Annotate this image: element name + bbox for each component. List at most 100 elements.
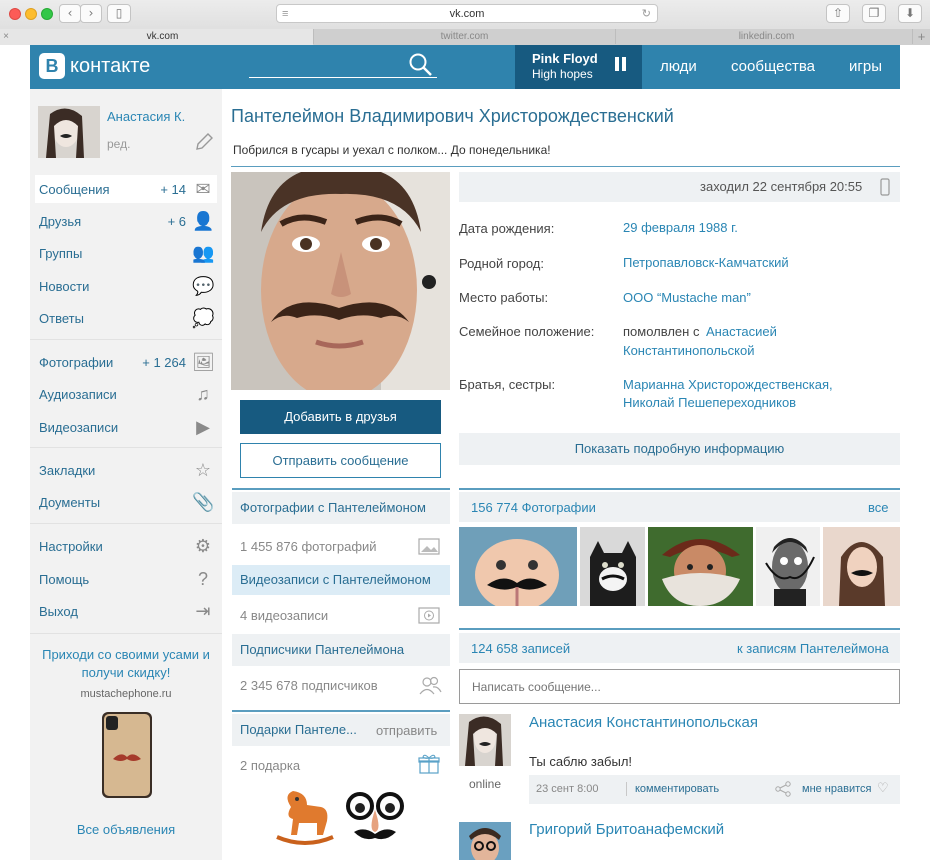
comment-link[interactable]: комментировать: [635, 783, 719, 795]
group-icon: 👥: [192, 243, 215, 263]
tab-vk[interactable]: vk.com: [12, 29, 313, 44]
tab-twitter[interactable]: twitter.com: [313, 29, 615, 44]
sidebar-item-photos[interactable]: Фотографии + 1 264 🖼: [30, 348, 222, 376]
wall-post-input[interactable]: [459, 669, 900, 704]
post-author-avatar[interactable]: [459, 714, 511, 766]
edit-profile-link[interactable]: ред.: [107, 137, 130, 151]
family-partner-second[interactable]: Константинопольской: [623, 343, 755, 358]
share-icon[interactable]: [774, 781, 792, 797]
work-label: Место работы:: [459, 290, 549, 305]
sidebar-toggle-button[interactable]: ▯: [107, 4, 131, 23]
ad-phone-case-image[interactable]: [101, 711, 153, 799]
work-value[interactable]: ООО “Mustache man”: [623, 290, 751, 305]
wall-to-posts-link[interactable]: к записям Пантелеймона: [737, 641, 889, 656]
profile-photo[interactable]: [231, 172, 450, 390]
tabs-button[interactable]: ❐: [862, 4, 886, 23]
gifts-send-link[interactable]: отправить: [376, 723, 437, 738]
sidebar-item-friends[interactable]: Друзья + 6 👤: [30, 207, 222, 235]
gear-icon: ⚙: [194, 536, 212, 556]
search-icon[interactable]: [408, 52, 434, 78]
user-name[interactable]: Анастасия К.: [107, 109, 185, 124]
photo-thumb-dali[interactable]: [756, 527, 820, 606]
nav-games[interactable]: игры: [849, 45, 882, 89]
sidebar-item-documents[interactable]: Доументы 📎: [30, 488, 222, 516]
group-icon: [419, 676, 442, 695]
photo-thumb-girl[interactable]: [823, 527, 900, 606]
sibling-1[interactable]: Марианна Христорождественская,: [623, 377, 833, 392]
videos-with-header[interactable]: Видеозаписи с Пантелеймоном: [232, 565, 450, 595]
subscribers-header[interactable]: Подписчики Пантелеймона: [232, 634, 450, 666]
sidebar-item-bookmarks[interactable]: Закладки ☆: [30, 456, 222, 484]
sidebar-item-help[interactable]: Помощь?: [30, 565, 222, 593]
photos-all-link[interactable]: все: [868, 500, 889, 515]
photo-thumb-old-man[interactable]: [648, 527, 753, 606]
pause-icon[interactable]: [615, 57, 619, 71]
add-friend-button[interactable]: Добавить в друзья: [240, 400, 441, 434]
sidebar-item-audio[interactable]: Аудиозаписи ♫: [30, 380, 222, 408]
video-icon: [418, 607, 440, 624]
player-title: Pink Floyd: [532, 51, 598, 66]
star-icon: ☆: [194, 460, 212, 480]
heart-icon[interactable]: ♡: [877, 780, 889, 796]
sidebar-item-video[interactable]: Видеозаписи ▶: [30, 413, 222, 441]
sidebar-item-messages[interactable]: Сообщения + 14 ✉: [30, 175, 222, 203]
show-more-button[interactable]: Показать подробную информацию: [459, 433, 900, 465]
downloads-button[interactable]: ⬇: [898, 4, 922, 23]
tab-linkedin[interactable]: linkedin.com: [615, 29, 917, 44]
sidebar-item-settings[interactable]: Настройки ⚙: [30, 532, 222, 560]
maximize-window-button[interactable]: [41, 8, 53, 20]
minimize-window-button[interactable]: [25, 8, 37, 20]
family-partner-first[interactable]: Анастасией: [706, 324, 777, 339]
photo-thumb-baby[interactable]: [459, 527, 577, 606]
all-ads-link[interactable]: Все объявления: [30, 822, 222, 837]
player-subtitle: High hopes: [532, 67, 593, 81]
music-note-icon: ♫: [196, 384, 210, 404]
post-author-name[interactable]: Анастасия Константинопольская: [529, 714, 758, 731]
url-text: vk.com: [449, 8, 485, 20]
photos-with-header[interactable]: Фотографии с Пантелеймоном: [232, 492, 450, 524]
forward-button[interactable]: ›: [80, 4, 102, 23]
close-window-button[interactable]: [9, 8, 21, 20]
help-icon: ?: [197, 569, 208, 589]
sidebar-item-answers[interactable]: Ответы 💭: [30, 304, 222, 332]
nav-communities[interactable]: сообщества: [731, 45, 815, 89]
last-seen: заходил 22 сентября 20:55: [700, 179, 863, 194]
post-author-avatar-2[interactable]: [459, 822, 511, 860]
close-tab-icon[interactable]: ×: [0, 29, 12, 44]
sidebar-item-logout[interactable]: Выход ⇥: [30, 597, 222, 625]
siblings-label: Братья, сестры:: [459, 377, 556, 392]
profile-status[interactable]: Побрился в гусары и уехал с полком... До…: [233, 143, 551, 157]
gift-icon: [418, 754, 440, 774]
hometown-value[interactable]: Петропавловск-Камчатский: [623, 255, 789, 270]
back-button[interactable]: ‹: [59, 4, 81, 23]
vk-logo-icon[interactable]: В: [39, 53, 65, 79]
ad-title[interactable]: Приходи со своими усами и получи скидку!: [40, 646, 212, 682]
chat-bubble-icon: 💬: [192, 276, 215, 296]
sidebar-item-news[interactable]: Новости 💬: [30, 272, 222, 300]
wall-count[interactable]: 124 658 записей: [471, 641, 570, 656]
ad-site[interactable]: mustachephone.ru: [30, 688, 222, 700]
post-author-name-2[interactable]: Григорий Бритоанафемский: [529, 821, 724, 838]
new-tab-button[interactable]: +: [912, 29, 930, 44]
user-avatar[interactable]: [38, 106, 100, 158]
pencil-icon[interactable]: [194, 132, 214, 152]
hometown-label: Родной город:: [459, 256, 544, 271]
sidebar-item-groups[interactable]: Группы 👥: [30, 239, 222, 267]
photo-thumb-cat[interactable]: [580, 527, 645, 606]
photo-icon: 🖼: [192, 352, 215, 372]
send-message-button[interactable]: Отправить сообщение: [240, 443, 441, 478]
gift-funny-glasses-image[interactable]: [344, 790, 406, 846]
bubbles-icon: 💭: [192, 308, 215, 328]
nav-people[interactable]: люди: [660, 45, 697, 89]
post-date[interactable]: 23 сент 8:00: [536, 783, 599, 795]
reload-icon[interactable]: ↻: [642, 5, 651, 23]
logo-text[interactable]: контакте: [70, 55, 150, 78]
photos-title[interactable]: 156 774 Фотографии: [471, 500, 596, 515]
share-button[interactable]: ⇧: [826, 4, 850, 23]
sibling-2[interactable]: Николай Пешепереходников: [623, 395, 796, 410]
gift-rocking-horse-image[interactable]: [273, 787, 337, 847]
logout-icon: ⇥: [195, 601, 211, 621]
like-link[interactable]: мне нравится: [802, 783, 871, 795]
birthdate-value[interactable]: 29 февраля 1988 г.: [623, 220, 738, 235]
address-bar[interactable]: ≡ vk.com ↻: [276, 4, 658, 23]
